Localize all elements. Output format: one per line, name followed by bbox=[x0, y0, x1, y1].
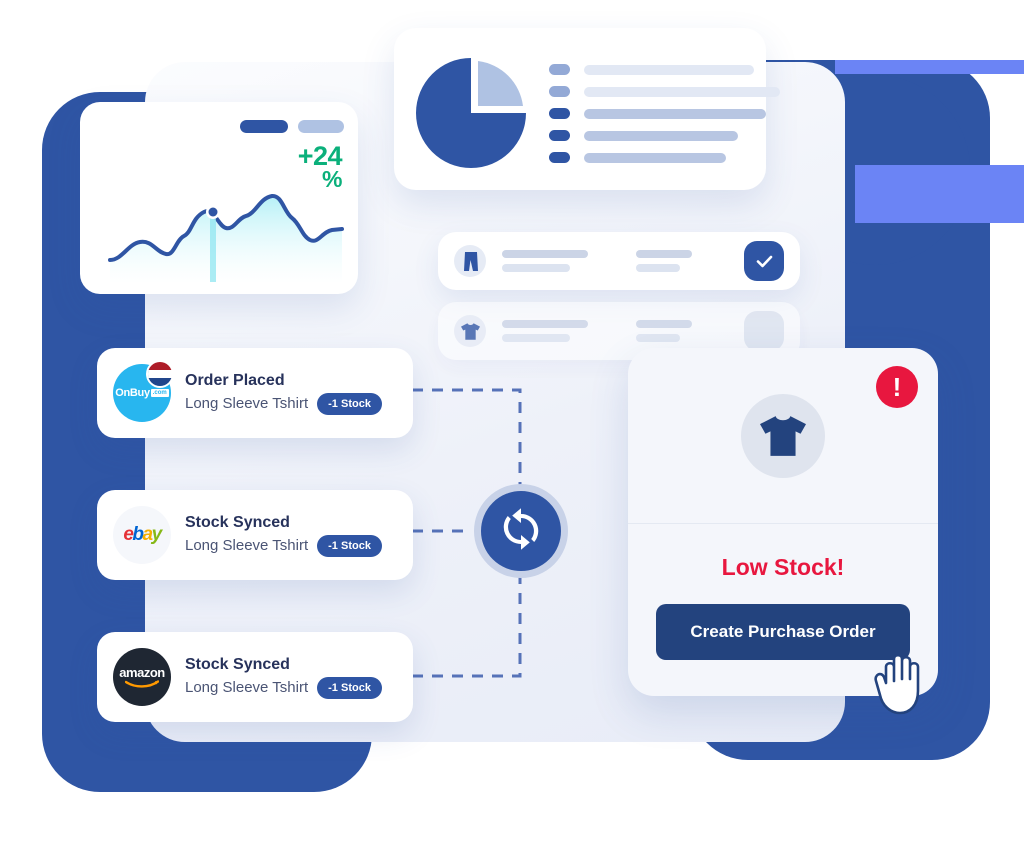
amazon-logo-text: amazon bbox=[119, 665, 165, 680]
tag-primary bbox=[240, 120, 288, 133]
row-line-primary bbox=[636, 320, 692, 328]
legend-item bbox=[549, 152, 780, 163]
tshirt-icon bbox=[760, 415, 806, 456]
card-tag-group bbox=[240, 120, 344, 133]
notification-detail-row: Long Sleeve Tshirt -1 Stock bbox=[185, 392, 382, 415]
notification-title: Stock Synced bbox=[185, 513, 290, 531]
legend-key-icon bbox=[549, 130, 570, 141]
performance-sparkline-card: +24 % bbox=[80, 102, 358, 294]
notification-product: Long Sleeve Tshirt bbox=[185, 537, 309, 554]
row-line-secondary bbox=[636, 264, 680, 272]
row-line-secondary bbox=[502, 264, 570, 272]
row-text-placeholder bbox=[502, 250, 588, 272]
row-meta-placeholder bbox=[636, 250, 692, 272]
amazon-logo-circle: amazon bbox=[113, 648, 171, 706]
legend-key-icon bbox=[549, 108, 570, 119]
legend-item bbox=[549, 64, 780, 75]
notification-title: Stock Synced bbox=[185, 655, 290, 673]
stock-change-badge: -1 Stock bbox=[317, 534, 382, 557]
legend-label-placeholder bbox=[584, 64, 754, 75]
tshirt-icon bbox=[454, 315, 486, 347]
illustration-canvas: +24 % OnBuy .com Order Placed Long Sleev… bbox=[0, 0, 1024, 852]
notification-content: Stock Synced Long Sleeve Tshirt -1 Stock bbox=[185, 514, 382, 557]
notification-product: Long Sleeve Tshirt bbox=[185, 395, 309, 412]
legend-label-placeholder bbox=[584, 108, 766, 119]
confirm-check-button[interactable] bbox=[744, 241, 784, 281]
amazon-logo: amazon bbox=[113, 648, 171, 706]
onbuy-logo-text: OnBuy bbox=[115, 387, 150, 399]
onbuy-logo: OnBuy .com bbox=[113, 360, 174, 422]
netherlands-flag-icon bbox=[146, 360, 174, 388]
notification-product: Long Sleeve Tshirt bbox=[185, 679, 309, 696]
check-icon bbox=[756, 255, 772, 267]
product-avatar bbox=[741, 393, 825, 478]
ebay-logo-circle: ebay bbox=[113, 506, 171, 564]
legend-item bbox=[549, 86, 780, 97]
row-text-placeholder bbox=[502, 320, 588, 342]
notification-card[interactable]: ebay Stock Synced Long Sleeve Tshirt -1 … bbox=[97, 490, 413, 580]
row-line-secondary bbox=[502, 334, 570, 342]
ebay-logo: ebay bbox=[113, 506, 171, 564]
legend-key-icon bbox=[549, 152, 570, 163]
stock-change-badge: -1 Stock bbox=[317, 392, 382, 415]
legend-key-icon bbox=[549, 64, 570, 75]
alert-badge: ! bbox=[876, 366, 918, 408]
legend-item bbox=[549, 130, 780, 141]
pants-icon bbox=[454, 245, 486, 277]
ebay-logo-text: ebay bbox=[123, 524, 162, 545]
legend-label-placeholder bbox=[584, 86, 780, 97]
legend-key-icon bbox=[549, 86, 570, 97]
distribution-card bbox=[394, 28, 780, 190]
pie-chart bbox=[416, 58, 526, 168]
sync-icon bbox=[503, 508, 539, 550]
row-line-primary bbox=[636, 250, 692, 258]
confirm-check-button[interactable] bbox=[744, 311, 784, 351]
legend-item bbox=[549, 108, 780, 119]
pointer-hand-cursor bbox=[874, 653, 920, 715]
notification-detail-row: Long Sleeve Tshirt -1 Stock bbox=[185, 676, 382, 699]
amazon-smile-icon bbox=[125, 680, 159, 688]
notification-card[interactable]: amazon Stock Synced Long Sleeve Tshirt -… bbox=[97, 632, 413, 722]
product-list-row[interactable] bbox=[438, 232, 800, 290]
notification-title: Order Placed bbox=[185, 371, 285, 389]
stock-change-badge: -1 Stock bbox=[317, 676, 382, 699]
low-stock-title: Low Stock! bbox=[721, 554, 845, 580]
row-line-primary bbox=[502, 320, 588, 328]
legend-label-placeholder bbox=[584, 152, 726, 163]
onbuy-logo-suffix: .com bbox=[150, 389, 169, 397]
legend-label-placeholder bbox=[584, 130, 738, 141]
notification-card[interactable]: OnBuy .com Order Placed Long Sleeve Tshi… bbox=[97, 348, 413, 438]
sparkline-chart bbox=[108, 194, 344, 282]
row-line-secondary bbox=[636, 334, 680, 342]
notification-content: Order Placed Long Sleeve Tshirt -1 Stock bbox=[185, 372, 382, 415]
pie-legend bbox=[549, 64, 780, 163]
row-line-primary bbox=[502, 250, 588, 258]
exclamation-icon: ! bbox=[892, 372, 902, 402]
notification-detail-row: Long Sleeve Tshirt -1 Stock bbox=[185, 534, 382, 557]
sync-hub-button[interactable] bbox=[474, 484, 568, 578]
low-stock-panel: ! Low Stock! Create Purchase Order bbox=[628, 348, 938, 696]
row-meta-placeholder bbox=[636, 320, 692, 342]
notification-content: Stock Synced Long Sleeve Tshirt -1 Stock bbox=[185, 656, 382, 699]
tag-secondary bbox=[298, 120, 344, 133]
